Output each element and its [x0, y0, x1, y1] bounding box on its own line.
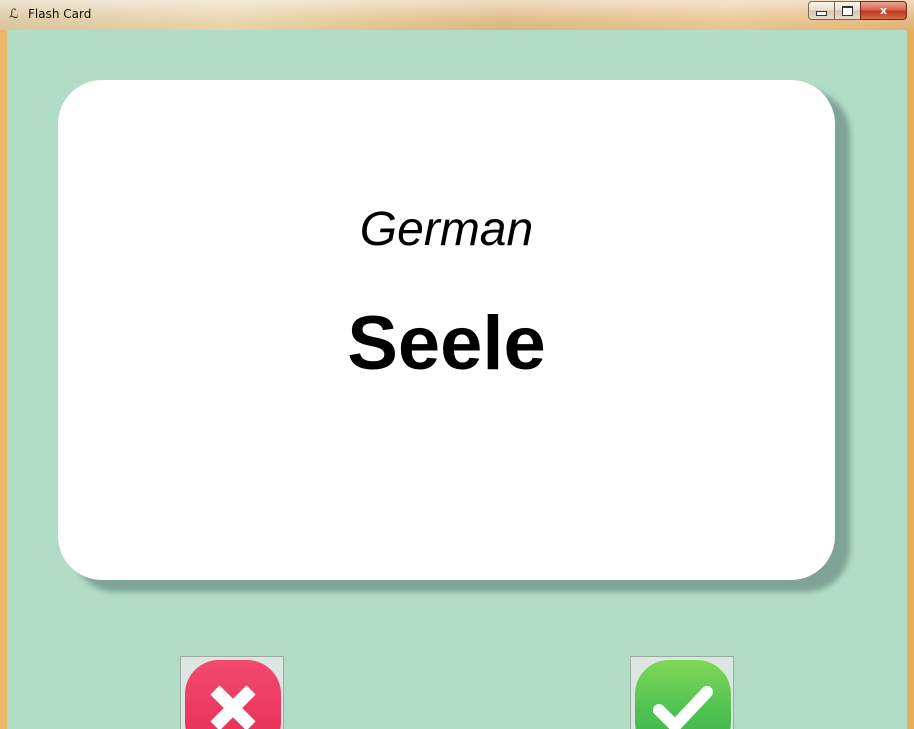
- maximize-button[interactable]: [834, 1, 860, 20]
- card-language: German: [359, 203, 534, 256]
- app-window: ℒ Flash Card x German Seele: [0, 0, 914, 729]
- wrong-button[interactable]: [180, 656, 284, 729]
- close-icon: x: [879, 4, 888, 17]
- close-x-icon: [210, 685, 256, 729]
- wrong-badge: [185, 660, 281, 729]
- checkmark-icon: [653, 686, 713, 729]
- close-button[interactable]: x: [860, 1, 907, 20]
- window-controls: x: [808, 1, 907, 20]
- title-bar[interactable]: ℒ Flash Card x: [0, 0, 914, 30]
- flash-card: German Seele: [58, 80, 835, 580]
- feather-icon: ℒ: [9, 7, 19, 22]
- window-title: Flash Card: [28, 7, 92, 21]
- right-badge: [635, 660, 731, 729]
- canvas-area: German Seele: [7, 30, 907, 729]
- maximize-icon: [842, 5, 853, 16]
- minimize-button[interactable]: [808, 1, 834, 20]
- minimize-icon: [816, 11, 827, 16]
- right-button[interactable]: [630, 656, 734, 729]
- card-word: Seele: [347, 301, 546, 386]
